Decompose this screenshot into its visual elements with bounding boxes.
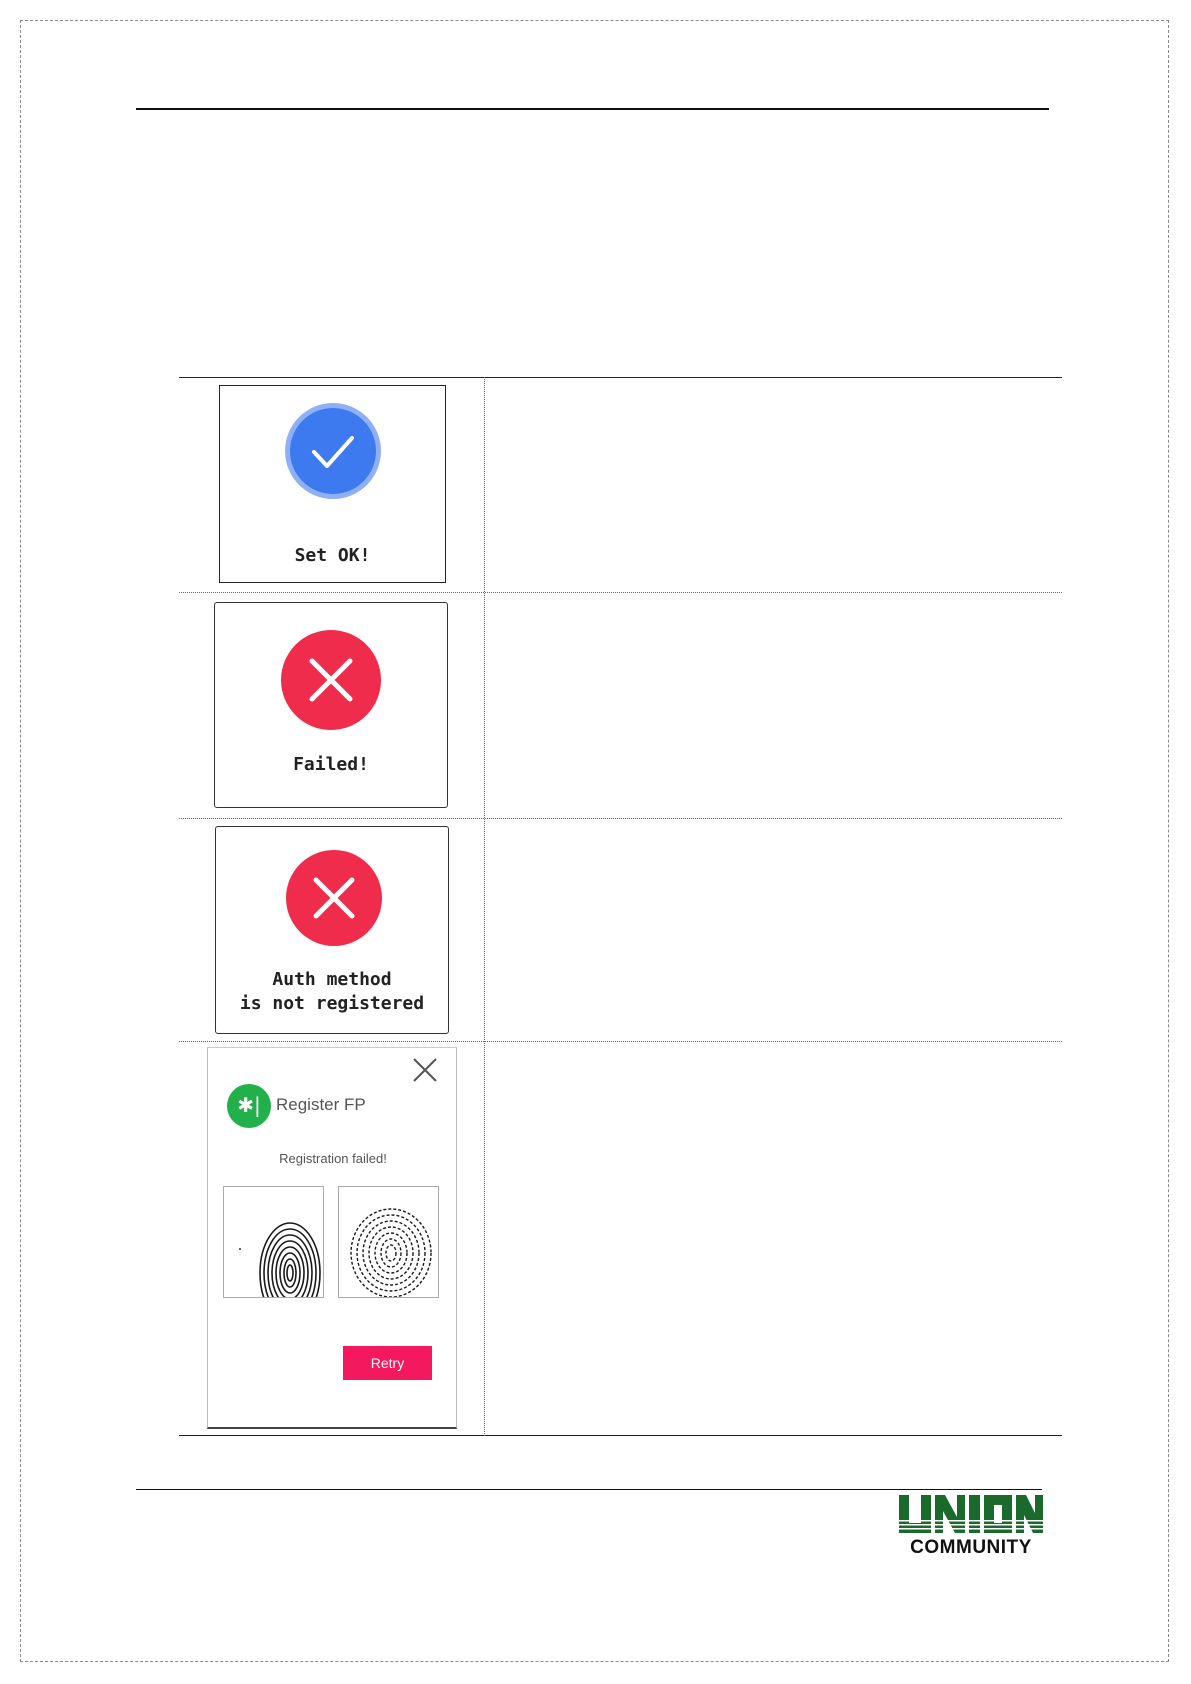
logo-community-text: COMMUNITY [910, 1537, 1032, 1558]
registration-status: Registration failed! [279, 1151, 387, 1166]
screen-auth-not-registered: Auth method is not registered [215, 826, 449, 1034]
register-fp-dialog: ✱| Register FP Registration failed! Retr… [207, 1047, 457, 1429]
fingerprint-image-1 [223, 1186, 324, 1298]
retry-button[interactable]: Retry [343, 1346, 432, 1380]
x-icon [313, 877, 355, 919]
error-circle [281, 630, 381, 730]
x-icon [309, 658, 353, 702]
fingerprint-image-2 [338, 1186, 439, 1298]
header-rule [136, 108, 1049, 110]
screen-set-ok: Set OK! [219, 385, 446, 583]
union-community-logo: COMMUNITY [897, 1493, 1045, 1559]
table-bottom-rule [179, 1435, 1062, 1436]
table-top-rule [179, 377, 1062, 378]
fingerprint-badge: ✱| [227, 1084, 271, 1128]
table-row-divider [179, 592, 1062, 593]
page-border [20, 20, 1169, 1662]
fingerprint-icon: ✱| [237, 1093, 261, 1117]
screen-failed: Failed! [214, 602, 448, 808]
table-row-divider [179, 818, 1062, 819]
union-logo-mark [897, 1495, 1045, 1533]
error-circle [286, 850, 382, 946]
table-column-divider [484, 377, 485, 1436]
status-message: Failed! [293, 754, 369, 775]
success-circle [290, 408, 376, 494]
close-icon[interactable] [411, 1056, 439, 1084]
footer-rule [136, 1489, 1042, 1490]
status-message: Set OK! [294, 545, 371, 566]
table-row-divider [179, 1041, 1062, 1042]
checkmark-icon [312, 436, 354, 468]
dialog-title: Register FP [276, 1095, 366, 1114]
status-message: Auth method is not registered [239, 969, 425, 1014]
